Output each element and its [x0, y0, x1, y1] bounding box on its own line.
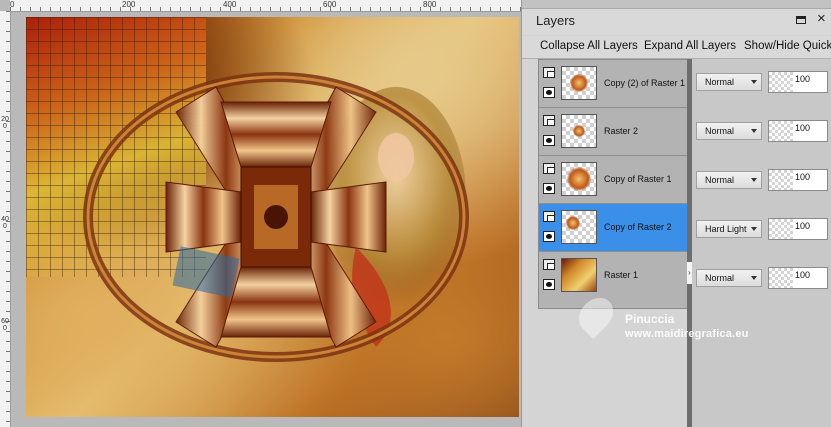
ruler-label: 200: [122, 0, 136, 9]
layer-row-raster-2[interactable]: Raster 2: [539, 108, 687, 156]
layer-thumbnail: [561, 210, 597, 244]
expand-all-layers-button[interactable]: Expand All Layers: [644, 40, 736, 52]
opacity-field[interactable]: 100: [768, 120, 828, 142]
eye-icon[interactable]: [543, 279, 555, 290]
opacity-value: 100: [795, 123, 811, 133]
opacity-preview: [769, 170, 793, 190]
blend-mode-value: Normal: [705, 175, 735, 185]
blend-mode-value: Normal: [705, 126, 735, 136]
layer-row-copy-of-raster-2[interactable]: Copy of Raster 2: [539, 204, 687, 252]
chevron-down-icon: [751, 227, 757, 231]
watermark-url: www.maidiregrafica.eu: [625, 328, 749, 340]
link-icon[interactable]: [543, 67, 555, 78]
blend-mode-dropdown[interactable]: Hard Light: [696, 220, 762, 238]
opacity-preview: [769, 268, 793, 288]
ruler-label: 600: [323, 0, 337, 9]
layer-properties-row: Hard Light 100: [692, 206, 831, 254]
layer-row-copy-2-of-raster-1[interactable]: Copy (2) of Raster 1: [539, 60, 687, 108]
chevron-down-icon: [751, 178, 757, 182]
opacity-value: 100: [795, 172, 811, 182]
link-icon[interactable]: [543, 163, 555, 174]
link-icon[interactable]: [543, 211, 555, 222]
blend-mode-dropdown[interactable]: Normal: [696, 171, 762, 189]
opacity-preview: [769, 72, 793, 92]
eye-icon[interactable]: [543, 183, 555, 194]
link-icon[interactable]: [543, 115, 555, 126]
layer-list: Copy (2) of Raster 1 Raster 2 Copy of Ra…: [538, 59, 688, 309]
eye-icon[interactable]: [543, 87, 555, 98]
kaleidoscope-artwork: [83, 72, 469, 362]
opacity-field[interactable]: 100: [768, 169, 828, 191]
link-icon[interactable]: [543, 259, 555, 270]
layer-row-copy-of-raster-1[interactable]: Copy of Raster 1: [539, 156, 687, 204]
layer-thumbnail: [561, 258, 597, 292]
eye-icon[interactable]: [543, 231, 555, 242]
layer-properties: Normal 100 Normal 100 Normal 100 Hard Li…: [692, 59, 831, 427]
opacity-field[interactable]: 100: [768, 71, 828, 93]
layer-thumbnail: [561, 66, 597, 100]
layer-properties-row: Normal 100: [692, 157, 831, 205]
ruler-label: 400: [223, 0, 237, 9]
ruler-label: 200: [1, 116, 9, 130]
watermark-name: Pinuccia: [625, 312, 675, 326]
opacity-preview: [769, 121, 793, 141]
opacity-value: 100: [795, 221, 811, 231]
layer-properties-row: Normal 100: [692, 255, 831, 303]
ruler-label: 0: [10, 0, 15, 9]
collapse-all-layers-button[interactable]: Collapse All Layers: [540, 40, 638, 52]
layer-properties-row: Normal 100: [692, 108, 831, 156]
blend-mode-value: Normal: [705, 273, 735, 283]
palette-title: Layers: [536, 13, 576, 28]
opacity-value: 100: [795, 74, 811, 84]
maximize-icon[interactable]: [796, 16, 806, 24]
opacity-value: 100: [795, 270, 811, 280]
image-workspace[interactable]: 0 200 400 600 800 200 400 600: [0, 0, 521, 427]
close-icon[interactable]: ×: [817, 11, 826, 26]
layer-properties-row: Normal 100: [692, 59, 831, 107]
blend-mode-value: Normal: [705, 77, 735, 87]
layer-name: Copy of Raster 2: [604, 222, 672, 232]
chevron-down-icon: [751, 80, 757, 84]
chevron-down-icon: [751, 129, 757, 133]
blend-mode-value: Hard Light: [705, 224, 747, 234]
blend-mode-dropdown[interactable]: Normal: [696, 122, 762, 140]
layers-toolbar: Collapse All Layers Expand All Layers Sh…: [522, 36, 831, 59]
layers-palette: Layers × Collapse All Layers Expand All …: [521, 0, 831, 427]
show-hide-quick-button[interactable]: Show/Hide Quick: [744, 40, 831, 52]
layer-name: Copy (2) of Raster 1: [604, 78, 686, 88]
blend-mode-dropdown[interactable]: Normal: [696, 269, 762, 287]
layer-name: Copy of Raster 1: [604, 174, 672, 184]
palette-top-strip: [522, 0, 831, 9]
ruler-label: 600: [1, 318, 9, 332]
horizontal-ruler: 0 200 400 600 800: [10, 0, 521, 12]
blend-mode-dropdown[interactable]: Normal: [696, 73, 762, 91]
image-canvas[interactable]: [26, 17, 519, 417]
eye-icon[interactable]: [543, 135, 555, 146]
layer-name: Raster 2: [604, 126, 639, 136]
chevron-down-icon: [751, 276, 757, 280]
layer-row-raster-1[interactable]: Raster 1: [539, 252, 687, 308]
opacity-field[interactable]: 100: [768, 267, 828, 289]
opacity-field[interactable]: 100: [768, 218, 828, 240]
layer-thumbnail: [561, 162, 597, 196]
vertical-ruler: 200 400 600: [0, 11, 11, 427]
opacity-preview: [769, 219, 793, 239]
layer-thumbnail: [561, 114, 597, 148]
ruler-label: 400: [1, 216, 9, 230]
ruler-label: 800: [423, 0, 437, 9]
layer-name: Raster 1: [604, 270, 639, 280]
